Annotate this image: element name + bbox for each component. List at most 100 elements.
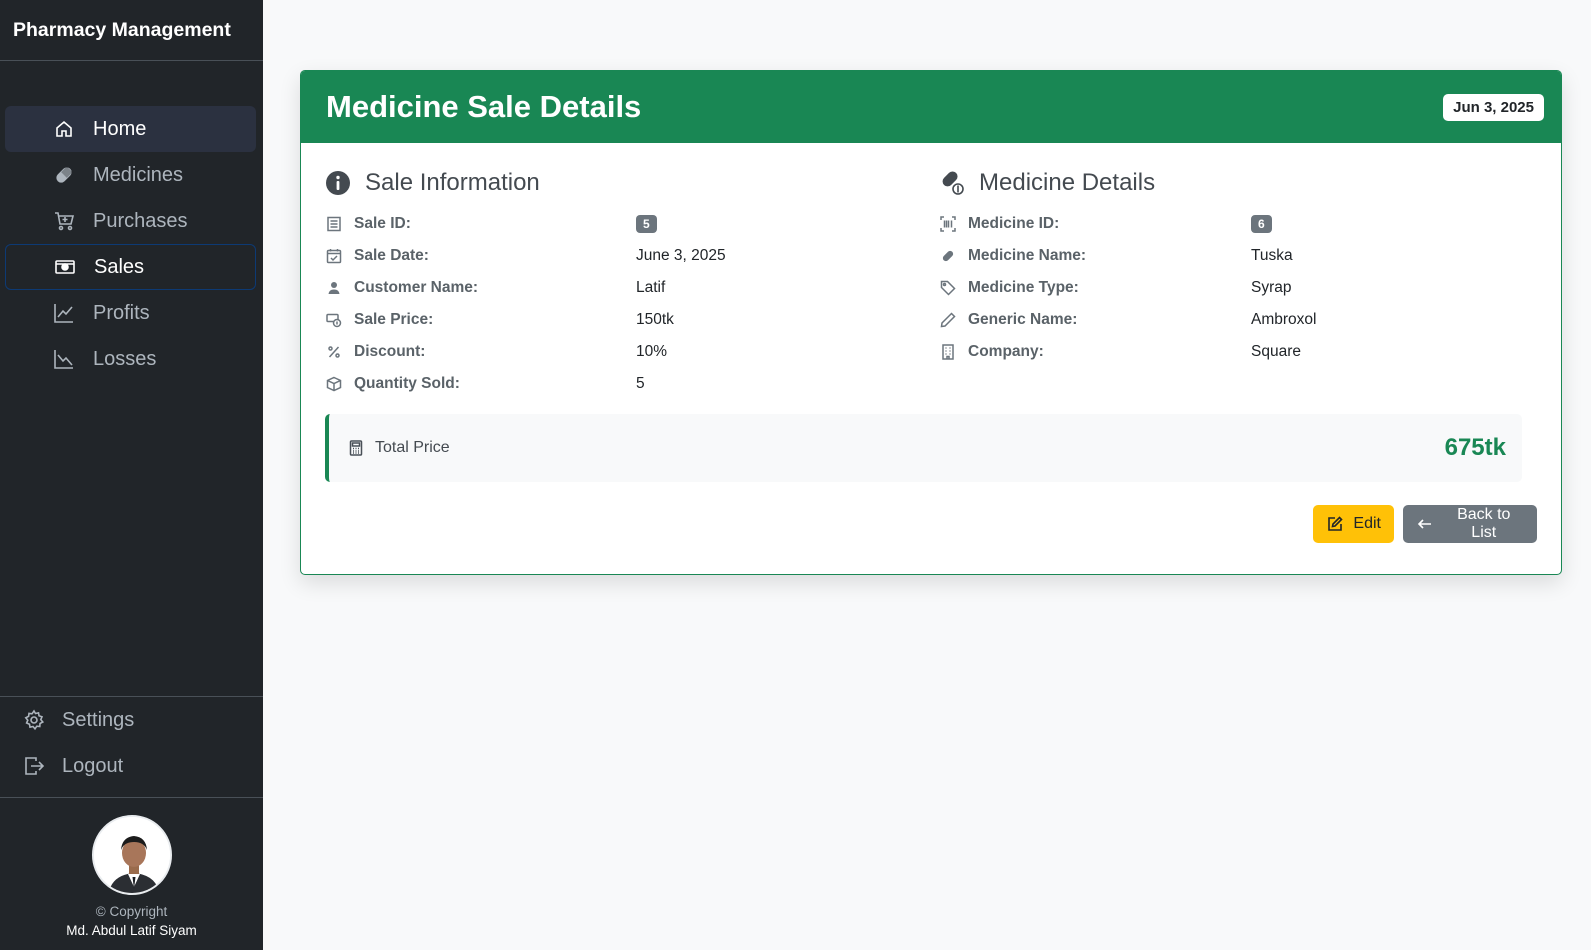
detail-row: Company: Square [939, 336, 1539, 368]
sidebar-item-label: Losses [93, 347, 157, 370]
box-icon [325, 375, 343, 393]
graph-down-icon [53, 348, 75, 370]
action-buttons: Edit Back to List [1313, 505, 1537, 543]
page-title: Medicine Sale Details [326, 89, 642, 124]
generic-name-value: Ambroxol [1251, 311, 1317, 328]
sidebar-item-label: Medicines [93, 163, 184, 186]
detail-row: Sale ID: 5 [325, 208, 905, 240]
percent-icon [325, 343, 343, 361]
sidebar-item-losses[interactable]: Losses [5, 336, 256, 382]
detail-label: Quantity Sold: [354, 375, 460, 392]
sidebar-item-logout[interactable]: Logout [0, 743, 263, 789]
sidebar-nav: Home Medicines Purchases Sales Profits L… [5, 106, 256, 382]
detail-row: Medicine Type: Syrap [939, 272, 1539, 304]
back-button-label: Back to List [1457, 506, 1511, 541]
sidebar-item-profits[interactable]: Profits [5, 290, 256, 336]
barcode-scan-icon [939, 215, 957, 233]
avatar [91, 815, 172, 895]
company-value: Square [1251, 343, 1301, 360]
sidebar-item-label: Logout [62, 754, 124, 777]
home-icon [53, 118, 75, 140]
discount-value: 10% [636, 343, 668, 360]
edit-button-label: Edit [1353, 515, 1381, 532]
medicine-details-section: Medicine Details Medicine ID: 6 Medicine… [939, 167, 1539, 368]
cash-coin-icon [325, 311, 343, 329]
sidebar-item-settings[interactable]: Settings [0, 697, 263, 743]
detail-row: Generic Name: Ambroxol [939, 304, 1539, 336]
medicine-name-value: Tuska [1251, 247, 1293, 264]
sale-information-section: Sale Information Sale ID: 5 Sale Date: J… [325, 167, 905, 400]
detail-label: Medicine Name: [968, 247, 1087, 264]
total-price-panel: Total Price 675tk [325, 414, 1522, 482]
brand-title: Pharmacy Management [0, 0, 263, 61]
capsule-pill-icon [939, 170, 965, 196]
id-badge: 6 [1251, 215, 1272, 233]
section-title: Sale Information [325, 167, 905, 199]
medicine-id-value: 6 [1251, 215, 1272, 233]
detail-row: Medicine Name: Tuska [939, 240, 1539, 272]
sale-details-card: Medicine Sale Details Jun 3, 2025 Sale I… [300, 70, 1562, 575]
sidebar-item-medicines[interactable]: Medicines [5, 152, 256, 198]
edit-icon [1326, 515, 1343, 533]
back-to-list-button[interactable]: Back to List [1403, 505, 1537, 543]
id-badge: 5 [636, 215, 657, 233]
detail-label: Customer Name: [354, 279, 479, 296]
detail-row: Quantity Sold: 5 [325, 368, 905, 400]
medicine-type-value: Syrap [1251, 279, 1292, 296]
cart-icon [53, 210, 75, 232]
detail-label: Sale Price: [354, 311, 434, 328]
detail-label: Discount: [354, 343, 426, 360]
copyright-text: © Copyright [95, 904, 168, 919]
calculator-icon [347, 439, 365, 457]
detail-label: Generic Name: [968, 311, 1078, 328]
detail-label: Medicine Type: [968, 279, 1079, 296]
customer-name-value: Latif [636, 279, 666, 296]
sidebar-item-label: Purchases [93, 209, 188, 232]
sidebar-item-label: Home [93, 117, 147, 140]
detail-row: Medicine ID: 6 [939, 208, 1539, 240]
section-title: Medicine Details [939, 167, 1539, 199]
sidebar-item-purchases[interactable]: Purchases [5, 198, 256, 244]
cash-icon [54, 256, 76, 278]
graph-up-icon [53, 302, 75, 324]
date-badge: Jun 3, 2025 [1443, 93, 1544, 121]
section-title-label: Sale Information [365, 169, 540, 196]
sidebar-footer-menu: Settings Logout [0, 696, 263, 789]
pencil-icon [939, 311, 957, 329]
author-name: Md. Abdul Latif Siyam [66, 923, 197, 938]
detail-label: Sale Date: [354, 247, 429, 264]
logout-icon [23, 755, 45, 777]
info-circle-icon [325, 170, 351, 196]
card-header: Medicine Sale Details Jun 3, 2025 [301, 71, 1561, 143]
detail-row: Sale Price: 150tk [325, 304, 905, 336]
sidebar: Pharmacy Management Home Medicines Purch… [0, 0, 263, 950]
receipt-icon [325, 215, 343, 233]
sidebar-item-sales[interactable]: Sales [5, 244, 256, 290]
total-label-text: Total Price [375, 439, 450, 456]
detail-label: Medicine ID: [968, 215, 1060, 232]
building-icon [939, 343, 957, 361]
profile-section: © Copyright Md. Abdul Latif Siyam [0, 797, 263, 950]
sale-id-value: 5 [636, 215, 657, 233]
capsule-icon [53, 164, 75, 186]
arrow-left-icon [1416, 515, 1434, 533]
sidebar-item-label: Sales [94, 255, 145, 278]
detail-label: Company: [968, 343, 1044, 360]
detail-row: Sale Date: June 3, 2025 [325, 240, 905, 272]
tag-icon [939, 279, 957, 297]
gear-icon [23, 709, 45, 731]
sidebar-item-label: Profits [93, 301, 150, 324]
total-price-value: 675tk [1444, 434, 1506, 461]
sale-date-value: June 3, 2025 [636, 247, 726, 264]
total-price-label: Total Price [347, 439, 450, 457]
sale-price-value: 150tk [636, 311, 674, 328]
section-title-label: Medicine Details [979, 169, 1156, 196]
sidebar-item-label: Settings [62, 708, 135, 731]
quantity-sold-value: 5 [636, 375, 645, 392]
edit-button[interactable]: Edit [1313, 505, 1394, 543]
capsule-icon [939, 247, 957, 265]
calendar-check-icon [325, 247, 343, 265]
detail-label: Sale ID: [354, 215, 411, 232]
person-icon [325, 279, 343, 297]
sidebar-item-home[interactable]: Home [5, 106, 256, 152]
